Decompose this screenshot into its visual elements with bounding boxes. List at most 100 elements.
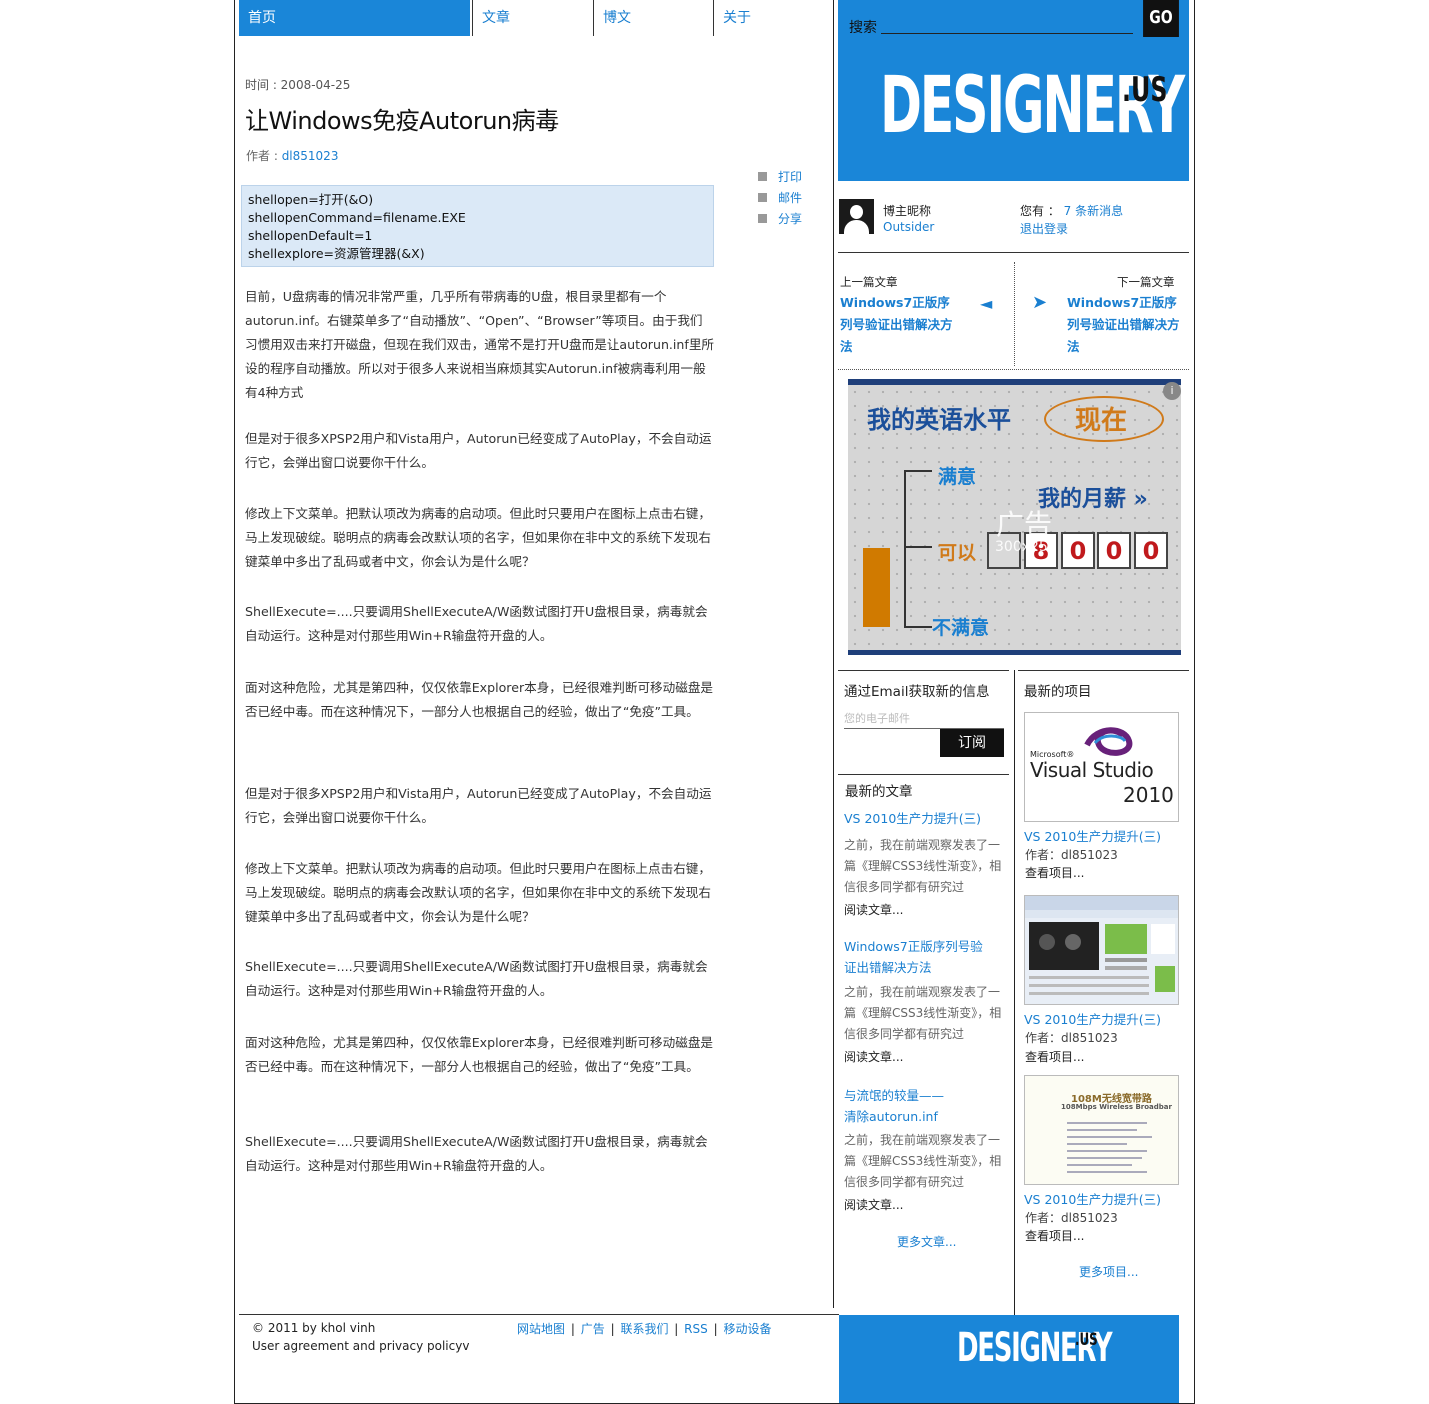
messages-info: 您有 ： 7 条新消息 <box>1020 202 1123 219</box>
view-project-link[interactable]: 查看项目... <box>1025 864 1084 881</box>
projects-title: 最新的项目 <box>1024 684 1092 700</box>
ads-link[interactable]: 广告 <box>581 1322 605 1336</box>
recent-articles-title: 最新的文章 <box>845 784 913 800</box>
user-label: 博主昵称 <box>883 204 932 218</box>
share-label: 分享 <box>778 211 803 226</box>
vs-year: 2010 <box>1123 783 1174 807</box>
footer-links: 网站地图 | 广告 | 联系我们 | RSS | 移动设备 <box>515 1320 773 1337</box>
article-paragraph: 目前，U盘病毒的情况非常严重，几乎所有带病毒的U盘，根目录里都有一个autoru… <box>245 289 715 400</box>
view-project-link[interactable]: 查看项目... <box>1025 1048 1084 1065</box>
recent-article-desc: 之前，我在前端观察发表了一篇《理解CSS3线性渐变》，相信很多同学都有研究过 <box>844 838 1002 894</box>
ad-tree-line <box>904 626 932 628</box>
router-subtitle: 108Mbps Wireless Broadbar <box>1061 1103 1172 1111</box>
email-link[interactable]: 邮件 <box>758 187 802 208</box>
recent-article-title[interactable]: VS 2010生产力提升(三) <box>844 808 1004 829</box>
vs-name: Visual Studio <box>1030 758 1154 782</box>
ad-digit: 0 <box>1134 532 1168 569</box>
project-thumbnail[interactable]: Microsoft® Visual Studio 2010 <box>1024 712 1179 822</box>
post-time: 时间 : 2008-04-25 <box>245 78 351 92</box>
main-nav: 首页 文章 博文 关于 <box>239 0 833 36</box>
code-line: shellopen=打开(&O) <box>248 192 374 207</box>
divider <box>1014 262 1015 366</box>
separator: | <box>570 1322 575 1336</box>
column-divider <box>1014 670 1015 1315</box>
divider <box>1018 670 1189 671</box>
ad-bar <box>863 548 890 627</box>
recent-article-desc: 之前，我在前端观察发表了一篇《理解CSS3线性渐变》，相信很多同学都有研究过 <box>844 985 1002 1041</box>
tab-about[interactable]: 关于 <box>713 0 833 36</box>
prev-article-link[interactable]: Windows7正版序列号验证出错解决方法 <box>840 292 960 358</box>
read-more-link[interactable]: 阅读文章... <box>844 1048 903 1065</box>
site-logo-suffix: .US <box>1122 70 1168 110</box>
email-label: 邮件 <box>778 190 803 205</box>
ad-satisfied: 满意 <box>938 466 977 488</box>
recent-article-title[interactable]: 与流氓的较量——清除autorun.inf <box>844 1085 954 1127</box>
code-line: shellopenCommand=filename.EXE <box>248 210 466 225</box>
ad-salary: 我的月薪 » <box>1038 487 1148 512</box>
divider <box>838 369 1189 370</box>
project-name-link[interactable]: VS 2010生产力提升(三) <box>1024 826 1161 845</box>
arrow-left-icon[interactable]: ◄ <box>980 294 992 313</box>
arrow-right-icon[interactable]: ➤ <box>1032 292 1047 313</box>
print-link[interactable]: 打印 <box>758 166 802 187</box>
messages-link[interactable]: 7 条新消息 <box>1064 204 1123 218</box>
sitemap-link[interactable]: 网站地图 <box>517 1322 565 1336</box>
recent-article-title[interactable]: Windows7正版序列号验证出错解决方法 <box>844 936 994 978</box>
ad-now: 现在 <box>1075 406 1128 436</box>
ad-headline: 我的英语水平 <box>867 406 1011 434</box>
copyright: © 2011 by khol vinh <box>252 1321 376 1335</box>
more-articles-link[interactable]: 更多文章... <box>897 1233 956 1250</box>
project-thumbnail[interactable] <box>1024 895 1179 1005</box>
read-more-link[interactable]: 阅读文章... <box>844 901 903 918</box>
footer-logo-suffix: .US <box>1075 1330 1098 1350</box>
square-bullet-icon <box>758 193 767 202</box>
author-label: 作者 : <box>246 149 282 163</box>
project-name-link[interactable]: VS 2010生产力提升(三) <box>1024 1009 1161 1028</box>
more-projects-link[interactable]: 更多项目... <box>1079 1263 1138 1280</box>
share-tools: 打印 邮件 分享 <box>758 166 802 229</box>
post-author: 作者 : dl851023 <box>246 147 338 164</box>
tab-articles[interactable]: 文章 <box>472 0 593 36</box>
article-paragraph: 面对这种危险，尤其是第四种，仅仅依靠Explorer本身，已经很难判断可移动磁盘… <box>245 1035 714 1074</box>
recent-article-desc: 之前，我在前端观察发表了一篇《理解CSS3线性渐变》，相信很多同学都有研究过 <box>844 1133 1002 1189</box>
ad-tree-line <box>904 470 932 472</box>
article-paragraph: ShellExecute=....只要调用ShellExecuteA/W函数试图… <box>245 959 708 998</box>
view-project-link[interactable]: 查看项目... <box>1025 1227 1084 1244</box>
subscribe-button[interactable]: 订阅 <box>940 729 1004 757</box>
square-bullet-icon <box>758 214 767 223</box>
article-paragraph: 但是对于很多XPSP2用户和Vista用户，Autorun已经变成了AutoPl… <box>245 431 712 470</box>
project-thumbnail[interactable]: 108M无线宽带路 108Mbps Wireless Broadbar <box>1024 1075 1179 1185</box>
search-go-button[interactable]: GO <box>1143 0 1179 37</box>
next-article-link[interactable]: Windows7正版序列号验证出错解决方法 <box>1067 292 1187 358</box>
column-divider <box>833 0 834 1308</box>
user-name-link[interactable]: Outsider <box>883 220 934 234</box>
ad-unsatisfied: 不满意 <box>932 617 990 639</box>
logout-link[interactable]: 退出登录 <box>1020 220 1068 237</box>
project-name-link[interactable]: VS 2010生产力提升(三) <box>1024 1189 1161 1208</box>
post-title: 让Windows免疫Autorun病毒 <box>245 107 559 135</box>
tab-blog[interactable]: 博文 <box>593 0 713 36</box>
ad-digit: 0 <box>1097 532 1131 569</box>
search-bar <box>838 0 1189 44</box>
avatar[interactable] <box>839 199 874 234</box>
article-paragraph: 面对这种危险，尤其是第四种，仅仅依靠Explorer本身，已经很难判断可移动磁盘… <box>245 680 714 719</box>
author-link[interactable]: dl851023 <box>282 149 339 163</box>
project-author: 作者：dl851023 <box>1025 1031 1118 1045</box>
share-link[interactable]: 分享 <box>758 208 802 229</box>
mobile-link[interactable]: 移动设备 <box>723 1322 771 1336</box>
code-line: shellopenDefault=1 <box>248 228 373 243</box>
search-input[interactable] <box>881 33 1133 34</box>
router-spec-list <box>1067 1122 1152 1173</box>
read-more-link[interactable]: 阅读文章... <box>844 1196 903 1213</box>
divider <box>838 252 1189 253</box>
rss-link[interactable]: RSS <box>684 1322 708 1336</box>
contact-link[interactable]: 联系我们 <box>620 1322 668 1336</box>
tab-home[interactable]: 首页 <box>239 0 470 36</box>
info-icon[interactable]: i <box>1163 382 1181 400</box>
code-line: shellexplore=资源管理器(&X) <box>248 246 425 261</box>
email-title: 通过Email获取新的信息 <box>844 684 990 700</box>
separator: | <box>713 1322 718 1336</box>
article-paragraph: 修改上下文菜单。把默认项改为病毒的启动项。但此时只要用户在图标上点击右键，马上发… <box>245 506 711 569</box>
ad-digit: 0 <box>1061 532 1095 569</box>
email-field[interactable]: 您的电子邮件 <box>844 710 910 726</box>
